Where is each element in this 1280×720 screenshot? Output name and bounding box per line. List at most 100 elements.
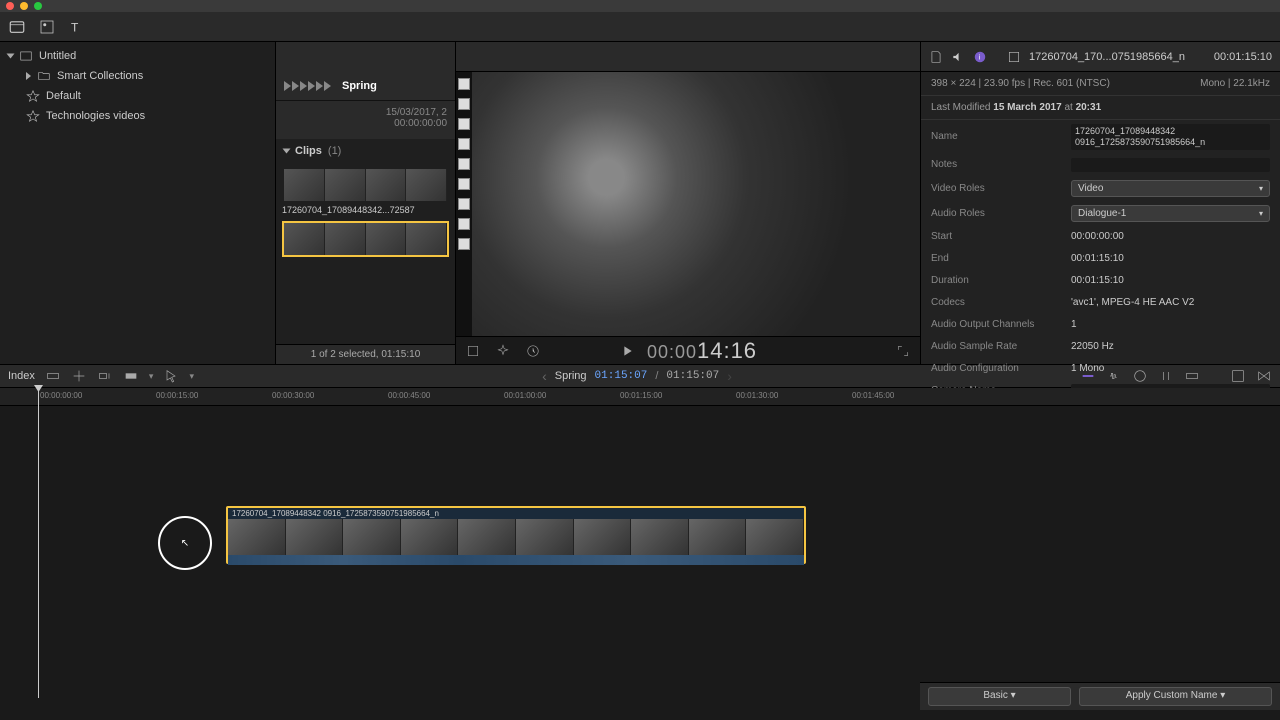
scope-checkbox[interactable] bbox=[458, 198, 470, 210]
folder-icon bbox=[37, 69, 51, 83]
skimming-icon[interactable] bbox=[1080, 368, 1096, 384]
info-icon[interactable]: i bbox=[973, 50, 987, 64]
browser-title: Spring bbox=[342, 80, 377, 92]
disclosure-icon[interactable] bbox=[7, 54, 15, 59]
event-star-icon bbox=[26, 89, 40, 103]
audio-skimming-icon[interactable] bbox=[1106, 368, 1122, 384]
start-value: 00:00:00:00 bbox=[1071, 231, 1270, 242]
inspector-panel: i 17260704_170...0751985664_n 00:01:15:1… bbox=[920, 42, 1280, 364]
clip-browser: Spring 15/03/2017, 2 00:00:00:00 Clips (… bbox=[276, 42, 456, 364]
browser-clip[interactable]: 17260704_17089448342...72587 bbox=[282, 167, 449, 217]
inspector-header: i 17260704_170...0751985664_n 00:01:15:1… bbox=[921, 42, 1280, 72]
end-value: 00:01:15:10 bbox=[1071, 253, 1270, 264]
svg-text:T: T bbox=[71, 20, 79, 34]
audio-roles-select[interactable]: Dialogue-1▾ bbox=[1071, 205, 1270, 222]
volume-icon[interactable] bbox=[951, 50, 965, 64]
timeline-forward-icon: › bbox=[727, 368, 732, 384]
browser-clip-selected[interactable] bbox=[282, 221, 449, 257]
timeline-clip[interactable]: 17260704_17089448342 0916_17258735907519… bbox=[226, 506, 806, 564]
transform-tool-icon[interactable] bbox=[466, 344, 480, 358]
close-window-icon[interactable] bbox=[6, 2, 14, 10]
main-toolbar: T bbox=[0, 12, 1280, 42]
retime-tool-icon[interactable] bbox=[526, 344, 540, 358]
scope-checkbox[interactable] bbox=[458, 118, 470, 130]
minimize-window-icon[interactable] bbox=[20, 2, 28, 10]
insert-clip-icon[interactable] bbox=[71, 368, 87, 384]
codecs-value: 'avc1', MPEG-4 HE AAC V2 bbox=[1071, 297, 1270, 308]
titles-icon[interactable]: T bbox=[68, 18, 86, 36]
library-icon[interactable] bbox=[8, 18, 26, 36]
fullscreen-icon[interactable] bbox=[896, 344, 910, 358]
snapping-icon[interactable] bbox=[1158, 368, 1174, 384]
inspector-metadata-summary: 398 × 224 | 23.90 fps | Rec. 601 (NTSC) … bbox=[921, 72, 1280, 96]
append-clip-icon[interactable] bbox=[97, 368, 113, 384]
clip-name-label: 17260704_17089448342...72587 bbox=[282, 203, 449, 217]
inspector-last-modified: Last Modified 15 March 2017 at 20:31 bbox=[921, 96, 1280, 120]
disclosure-icon bbox=[283, 149, 291, 154]
enhance-tool-icon[interactable] bbox=[496, 344, 510, 358]
video-display[interactable] bbox=[472, 72, 920, 336]
event-star-icon bbox=[26, 109, 40, 123]
timeline-duration: 01:15:07 bbox=[666, 370, 719, 382]
timeline-position: 01:15:07 bbox=[595, 370, 648, 382]
save-icon[interactable] bbox=[929, 50, 943, 64]
connect-clip-icon[interactable] bbox=[45, 368, 61, 384]
notes-field[interactable] bbox=[1071, 158, 1270, 172]
timeline-tracks[interactable]: 17260704_17089448342 0916_17258735907519… bbox=[0, 406, 1280, 696]
timeline-back-icon[interactable]: ‹ bbox=[542, 368, 547, 384]
apply-custom-name-button[interactable]: Apply Custom Name ▾ bbox=[1079, 687, 1272, 706]
sidebar-item-smart-collections[interactable]: Smart Collections bbox=[0, 66, 275, 86]
scope-checkbox[interactable] bbox=[458, 98, 470, 110]
library-sidebar: Untitled Smart Collections Default Techn… bbox=[0, 42, 276, 364]
play-button[interactable] bbox=[619, 343, 635, 359]
browser-header: Spring bbox=[276, 42, 455, 101]
sidebar-item-label: Technologies videos bbox=[46, 110, 145, 122]
photos-icon[interactable] bbox=[38, 18, 56, 36]
scope-toggles bbox=[456, 72, 472, 336]
inspector-duration: 00:01:15:10 bbox=[1214, 51, 1272, 63]
overwrite-clip-icon[interactable] bbox=[123, 368, 139, 384]
drag-cursor-icon: ↖ bbox=[158, 516, 212, 570]
timeline-view-icon[interactable] bbox=[1184, 368, 1200, 384]
window-titlebar bbox=[0, 0, 1280, 12]
solo-icon[interactable] bbox=[1132, 368, 1148, 384]
index-button[interactable]: Index bbox=[8, 370, 35, 382]
timeline-project-name: Spring bbox=[555, 370, 587, 382]
sidebar-item-technologies[interactable]: Technologies videos bbox=[0, 106, 275, 126]
effects-browser-icon[interactable] bbox=[1230, 368, 1246, 384]
scope-checkbox[interactable] bbox=[458, 78, 470, 90]
scope-checkbox[interactable] bbox=[458, 178, 470, 190]
sidebar-item-default[interactable]: Default bbox=[0, 86, 275, 106]
timeline-clip-label: 17260704_17089448342 0916_17258735907519… bbox=[228, 508, 804, 519]
scope-checkbox[interactable] bbox=[458, 158, 470, 170]
scope-checkbox[interactable] bbox=[458, 238, 470, 250]
viewer-transport: 00:0014:16 bbox=[456, 336, 920, 364]
samplerate-value: 22050 Hz bbox=[1071, 341, 1270, 352]
timeline-ruler[interactable]: 00:00:00:00 00:00:15:00 00:00:30:00 00:0… bbox=[0, 388, 1280, 406]
sidebar-item-label: Untitled bbox=[39, 50, 76, 62]
viewer-toolbar bbox=[456, 42, 920, 72]
browser-meta: 15/03/2017, 2 00:00:00:00 bbox=[276, 101, 455, 139]
timeline-area[interactable]: 00:00:00:00 00:00:15:00 00:00:30:00 00:0… bbox=[0, 388, 1280, 698]
maximize-window-icon[interactable] bbox=[34, 2, 42, 10]
inspector-clip-name: 17260704_170...0751985664_n bbox=[1029, 51, 1206, 63]
viewer-panel: 00:0014:16 bbox=[456, 42, 920, 364]
metadata-view-select[interactable]: Basic ▾ bbox=[928, 687, 1071, 706]
library-star-icon bbox=[19, 49, 33, 63]
name-field[interactable]: 17260704_17089448342 0916_17258735907519… bbox=[1071, 124, 1270, 150]
browser-footer: 1 of 2 selected, 01:15:10 bbox=[276, 344, 455, 364]
sidebar-item-label: Smart Collections bbox=[57, 70, 143, 82]
video-roles-select[interactable]: Video▾ bbox=[1071, 180, 1270, 197]
clips-disclosure[interactable]: Clips (1) bbox=[276, 139, 455, 163]
sidebar-item-label: Default bbox=[46, 90, 81, 102]
film-icon bbox=[1007, 50, 1021, 64]
timeline-clip-audio bbox=[228, 555, 804, 565]
duration-value: 00:01:15:10 bbox=[1071, 275, 1270, 286]
channels-value: 1 bbox=[1071, 319, 1270, 330]
sidebar-item-untitled[interactable]: Untitled bbox=[0, 46, 275, 66]
scope-checkbox[interactable] bbox=[458, 218, 470, 230]
disclosure-icon[interactable] bbox=[26, 72, 31, 80]
arrow-tool-icon[interactable] bbox=[163, 368, 179, 384]
transitions-browser-icon[interactable] bbox=[1256, 368, 1272, 384]
scope-checkbox[interactable] bbox=[458, 138, 470, 150]
